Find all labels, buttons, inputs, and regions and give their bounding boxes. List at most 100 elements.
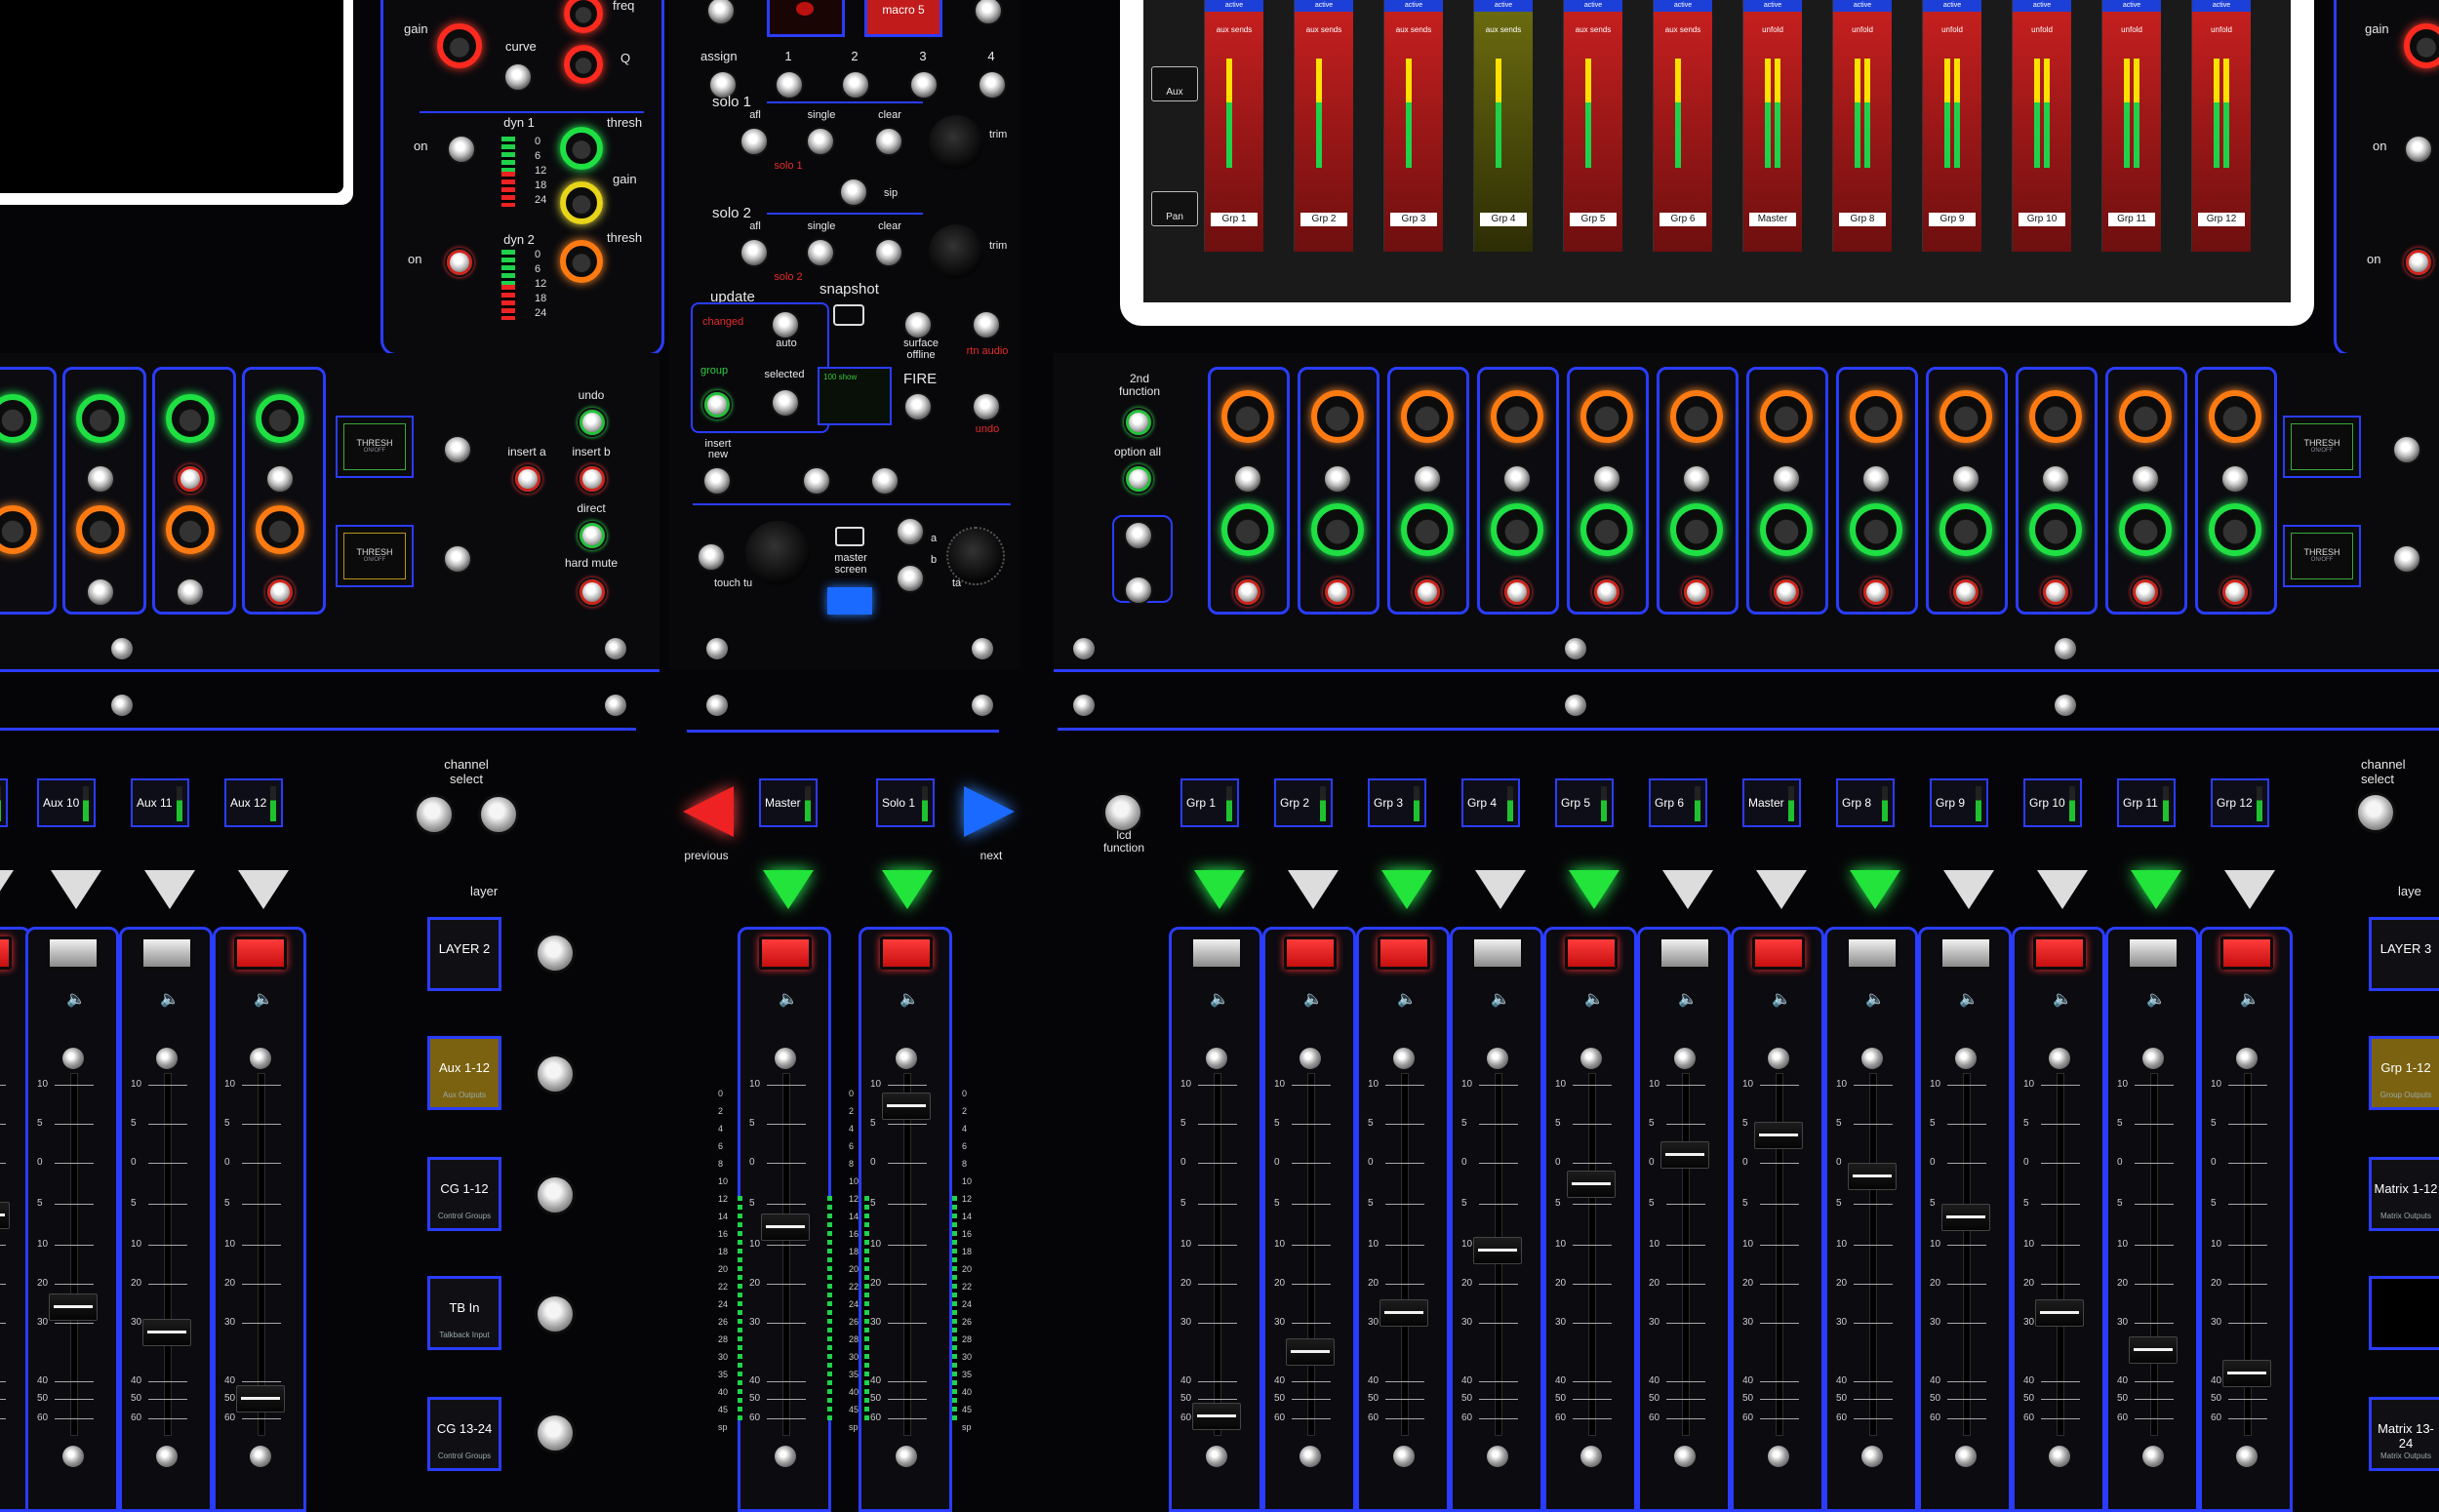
right-select-button[interactable] <box>1752 936 1805 970</box>
fire-button[interactable] <box>903 392 933 421</box>
right-select-triangle[interactable] <box>1662 870 1713 909</box>
touch-turn-knob[interactable] <box>745 521 810 585</box>
right-select-triangle[interactable] <box>2037 870 2088 909</box>
far-right-on-button[interactable] <box>2404 135 2433 164</box>
right-mid-lower-knob[interactable] <box>2209 503 2261 556</box>
right-mid-lower-button[interactable] <box>1951 577 1980 607</box>
left-layer-button[interactable]: CG 1-12 Control Groups <box>427 1157 501 1231</box>
right-mid-upper-knob[interactable] <box>1401 390 1454 443</box>
left-channel-prev-button[interactable] <box>414 794 455 835</box>
master-fader-cap[interactable] <box>761 1214 810 1241</box>
screen-strip[interactable]: active aux sends Grp 6 <box>1653 0 1712 252</box>
rtn-audio-button[interactable] <box>972 310 1001 339</box>
pan-screen-button[interactable]: Pan <box>1151 191 1198 226</box>
right-dyn2-thresh-display[interactable]: THRESH ON/OFF <box>2283 525 2361 587</box>
screen-strip[interactable]: active unfold Grp 9 <box>1922 0 1981 252</box>
right-select-triangle[interactable] <box>1850 870 1900 909</box>
right-mid-upper-knob[interactable] <box>1491 390 1543 443</box>
right-mid-upper-knob[interactable] <box>2209 390 2261 443</box>
right-mid-upper-knob[interactable] <box>1221 390 1274 443</box>
dyn1-thresh-knob[interactable] <box>560 127 603 170</box>
right-mid-lower-button[interactable] <box>1233 577 1262 607</box>
solo1-afl-button[interactable] <box>740 127 769 156</box>
aux-screen-button[interactable]: Aux <box>1151 66 1198 101</box>
snapshot-undo-button[interactable] <box>972 392 1001 421</box>
right-mid-upper-button[interactable] <box>2131 464 2160 494</box>
undo-button[interactable] <box>578 408 607 437</box>
right-mid-lower-knob[interactable] <box>2119 503 2172 556</box>
insert-a-button[interactable] <box>513 464 542 494</box>
solo1-fader-cap[interactable] <box>882 1093 931 1120</box>
right-mid-lower-button[interactable] <box>2220 577 2250 607</box>
left-strip-knob[interactable] <box>256 505 304 554</box>
screen-strip[interactable]: active unfold Grp 11 <box>2101 0 2161 252</box>
right-mid-lower-knob[interactable] <box>1850 503 1902 556</box>
left-layer-button[interactable]: TB In Talkback Input <box>427 1276 501 1350</box>
right-mid-upper-knob[interactable] <box>2029 390 2082 443</box>
right-select-triangle[interactable] <box>2131 870 2181 909</box>
right-layer-button[interactable]: Grp 1-12 Group Outputs <box>2369 1036 2439 1110</box>
dyn2-thresh-knob[interactable] <box>560 240 603 283</box>
master-select-button[interactable] <box>759 936 812 970</box>
left-layer-select[interactable] <box>535 1293 576 1334</box>
left-fader-cap[interactable] <box>0 1202 10 1229</box>
right-mid-lower-knob[interactable] <box>1491 503 1543 556</box>
dyn1-on-button[interactable] <box>447 135 476 164</box>
right-mid-lower-button[interactable] <box>1323 577 1352 607</box>
left-strip-button[interactable] <box>176 577 205 607</box>
right-mid-upper-knob[interactable] <box>1670 390 1723 443</box>
left-strip-knob[interactable] <box>76 505 125 554</box>
right-mid-upper-button[interactable] <box>1233 464 1262 494</box>
right-mid-lower-button[interactable] <box>1592 577 1621 607</box>
right-mid-lower-knob[interactable] <box>1939 503 1992 556</box>
right-fader-cap[interactable] <box>1379 1299 1428 1327</box>
screen-strip[interactable]: active aux sends Grp 4 <box>1473 0 1533 252</box>
insert-b-button[interactable] <box>578 464 607 494</box>
left-strip-button[interactable] <box>265 577 295 607</box>
right-fader-cap[interactable] <box>1567 1171 1616 1198</box>
left-layer-select[interactable] <box>535 1174 576 1215</box>
right-mid-upper-button[interactable] <box>1592 464 1621 494</box>
next-button[interactable] <box>964 786 1015 837</box>
right-select-button[interactable] <box>2033 936 2086 970</box>
direct-button[interactable] <box>578 521 607 550</box>
right-select-triangle[interactable] <box>1288 870 1339 909</box>
screen-strip[interactable]: active unfold Grp 8 <box>1832 0 1892 252</box>
update-group-button[interactable] <box>702 390 732 419</box>
screen-strip[interactable]: active unfold Grp 12 <box>2191 0 2251 252</box>
solo2-afl-button[interactable] <box>740 238 769 267</box>
left-strip-button[interactable] <box>86 577 115 607</box>
right-select-triangle[interactable] <box>2224 870 2275 909</box>
insert-new-button[interactable] <box>702 466 732 496</box>
right-mid-upper-knob[interactable] <box>1580 390 1633 443</box>
solo1-select-button[interactable] <box>880 936 933 970</box>
right-mid-lower-knob[interactable] <box>1311 503 1364 556</box>
right-mid-lower-knob[interactable] <box>1670 503 1723 556</box>
right-fader-cap[interactable] <box>1754 1122 1803 1149</box>
right-mid-upper-button[interactable] <box>1413 464 1442 494</box>
right-layer-button[interactable]: Matrix 1-12 Matrix Outputs <box>2369 1157 2439 1231</box>
right-select-button[interactable] <box>1846 936 1899 970</box>
right-mid-upper-button[interactable] <box>2220 464 2250 494</box>
right-dyn2-thresh-button[interactable] <box>2392 544 2421 574</box>
screen-strip[interactable]: active unfold Master <box>1742 0 1802 252</box>
right-channel-select-button[interactable] <box>2355 792 2396 833</box>
right-mid-lower-button[interactable] <box>2131 577 2160 607</box>
right-select-button[interactable] <box>1378 936 1430 970</box>
second-function-button[interactable] <box>1124 408 1153 437</box>
right-fader-cap[interactable] <box>1192 1403 1241 1430</box>
left-layer-select[interactable] <box>535 933 576 974</box>
left-select-triangle[interactable] <box>238 870 289 909</box>
solo1-clear-button[interactable] <box>874 127 903 156</box>
touch-assign-knob[interactable] <box>946 527 1005 585</box>
screen-strip[interactable]: active aux sends Grp 1 <box>1204 0 1263 252</box>
assign-1-button[interactable] <box>775 70 804 99</box>
right-select-button[interactable] <box>1659 936 1711 970</box>
right-select-button[interactable] <box>1190 936 1243 970</box>
left-layer-button[interactable]: LAYER 2 <box>427 917 501 991</box>
right-mid-lower-knob[interactable] <box>1221 503 1274 556</box>
left-select-triangle[interactable] <box>144 870 195 909</box>
right-mid-lower-button[interactable] <box>2041 577 2070 607</box>
right-mid-upper-knob[interactable] <box>1939 390 1992 443</box>
right-fader-cap[interactable] <box>2222 1360 2271 1387</box>
